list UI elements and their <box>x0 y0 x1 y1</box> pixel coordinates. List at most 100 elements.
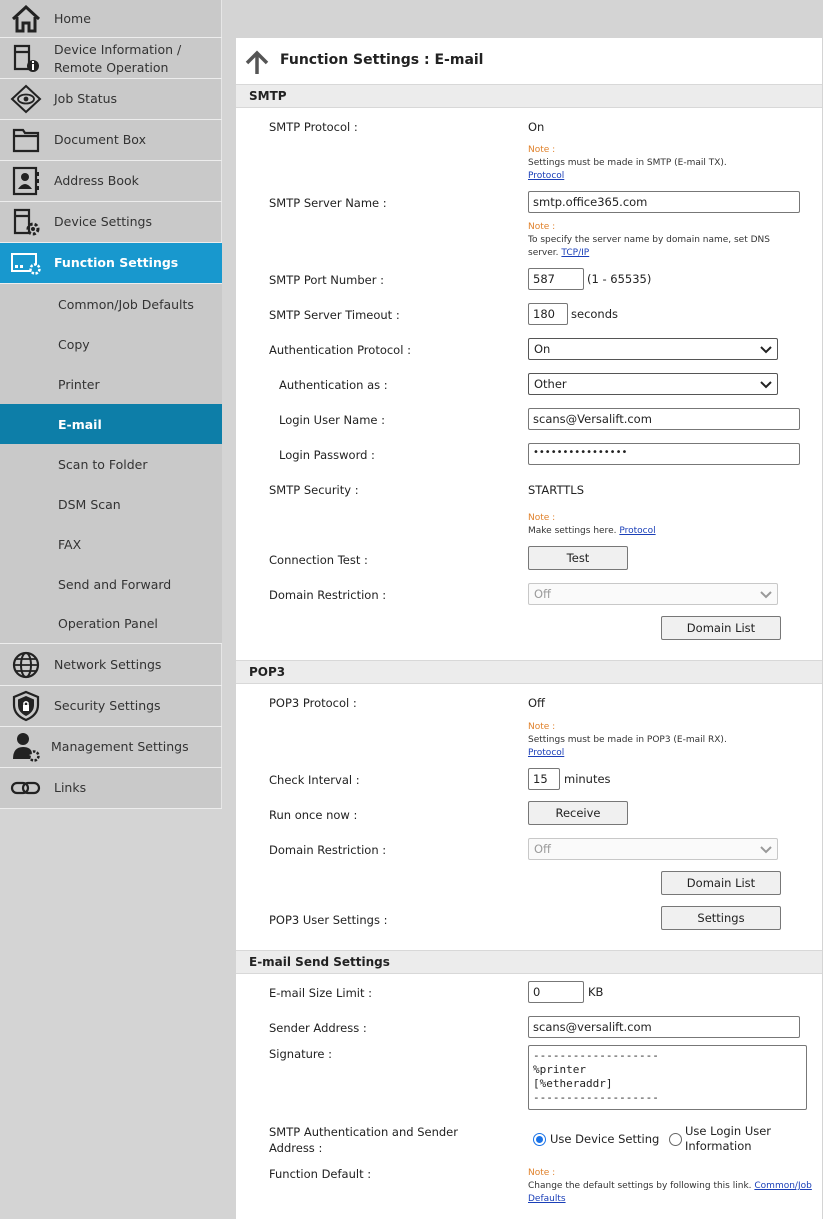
function-default-note: Note : Change the default settings by fo… <box>528 1167 818 1206</box>
chevron-down-icon <box>759 377 773 391</box>
label-line: Address : <box>269 1141 323 1155</box>
smtp-security-note: Note : Make settings here. Protocol <box>528 512 818 538</box>
device-settings-icon <box>10 206 42 238</box>
sidebar-subitem-scan-to-folder[interactable]: Scan to Folder <box>0 444 222 484</box>
smtp-domain-restriction-select[interactable]: Off <box>528 583 778 605</box>
sidebar-subitem-operation-panel[interactable]: Operation Panel <box>0 604 222 644</box>
test-button[interactable]: Test <box>528 546 628 570</box>
sidebar-item-device-information[interactable]: Device Information / Remote Operation <box>0 38 222 79</box>
section-header-pop3: POP3 <box>236 660 822 684</box>
sidebar-subitem-label: Printer <box>58 376 100 392</box>
smtp-timeout-input[interactable]: 180 <box>528 303 568 325</box>
pop3-user-settings-button[interactable]: Settings <box>661 906 781 930</box>
label-line: Use Login User <box>685 1124 772 1138</box>
login-password-label: Login Password : <box>279 448 375 462</box>
smtp-server-name-input[interactable]: smtp.office365.com <box>528 191 800 213</box>
address-book-icon <box>10 165 42 197</box>
sender-address-label: Sender Address : <box>269 1021 367 1035</box>
smtp-security-value: STARTTLS <box>528 483 585 497</box>
sidebar-subitem-email[interactable]: E-mail <box>0 404 222 444</box>
note-tag: Note : <box>528 1168 556 1178</box>
sidebar-subitem-label: FAX <box>58 536 82 552</box>
sidebar: Home Device Information / Remote Operati… <box>0 0 222 809</box>
login-password-input[interactable]: •••••••••••••••• <box>528 443 800 465</box>
sidebar-item-document-box[interactable]: Document Box <box>0 120 222 161</box>
sidebar-item-function-settings[interactable]: Function Settings <box>0 243 222 284</box>
protocol-link[interactable]: Protocol <box>528 748 564 758</box>
globe-icon <box>10 649 42 681</box>
note-tag: Note : <box>528 722 556 732</box>
note-text: server. <box>528 248 559 258</box>
sidebar-item-label: Document Box <box>54 132 146 147</box>
login-user-input[interactable]: scans@Versalift.com <box>528 408 800 430</box>
common-job-defaults-link-cont[interactable]: Defaults <box>528 1194 566 1204</box>
smtp-timeout-unit: seconds <box>571 307 619 321</box>
sidebar-subitem-fax[interactable]: FAX <box>0 524 222 564</box>
sidebar-subitem-label: Operation Panel <box>58 616 158 631</box>
sidebar-subitem-label: Copy <box>58 336 90 352</box>
pop3-domain-restriction-select[interactable]: Off <box>528 838 778 860</box>
sidebar-subitem-copy[interactable]: Copy <box>0 324 222 364</box>
use-login-user-label[interactable]: Use Login User Information <box>685 1124 771 1154</box>
sidebar-item-links[interactable]: Links <box>0 768 222 809</box>
pop3-domain-list-button[interactable]: Domain List <box>661 871 781 895</box>
use-login-user-radio[interactable] <box>669 1133 682 1146</box>
pop3-protocol-label: POP3 Protocol : <box>269 696 357 710</box>
sidebar-item-job-status[interactable]: Job Status <box>0 79 222 120</box>
chevron-down-icon <box>759 342 773 356</box>
sidebar-item-home[interactable]: Home <box>0 0 222 38</box>
auth-as-label: Authentication as : <box>279 378 388 392</box>
connection-test-label: Connection Test : <box>269 553 368 567</box>
sidebar-item-security-settings[interactable]: Security Settings <box>0 686 222 727</box>
sender-address-input[interactable]: scans@versalift.com <box>528 1016 800 1038</box>
signature-textarea[interactable]: ------------------- %printer [%etheraddr… <box>528 1045 807 1110</box>
use-device-setting-label[interactable]: Use Device Setting <box>550 1132 659 1147</box>
check-interval-label: Check Interval : <box>269 773 360 787</box>
smtp-port-input[interactable]: 587 <box>528 268 584 290</box>
use-device-setting-radio[interactable] <box>533 1133 546 1146</box>
smtp-domain-restriction-label: Domain Restriction : <box>269 588 387 602</box>
sidebar-subitem-common-job-defaults[interactable]: Common/Job Defaults <box>0 284 222 324</box>
run-once-label: Run once now : <box>269 808 358 822</box>
auth-as-select[interactable]: Other <box>528 373 778 395</box>
sidebar-item-label: Function Settings <box>54 255 179 270</box>
sidebar-item-management-settings[interactable]: Management Settings <box>0 727 222 768</box>
label-line: Information <box>685 1139 752 1153</box>
smtp-domain-list-button[interactable]: Domain List <box>661 616 781 640</box>
sidebar-item-label: Address Book <box>54 173 139 188</box>
protocol-link[interactable]: Protocol <box>528 171 564 181</box>
main-panel: Function Settings : E-mail SMTP SMTP Pro… <box>236 38 822 1219</box>
sidebar-item-label: Management Settings <box>51 739 189 754</box>
sidebar-item-label: Device Information / <box>54 42 182 57</box>
size-limit-input[interactable]: 0 <box>528 981 584 1003</box>
protocol-link[interactable]: Protocol <box>619 526 655 536</box>
page-title: Function Settings : E-mail <box>280 52 484 68</box>
receive-button[interactable]: Receive <box>528 801 628 825</box>
tcp-ip-link[interactable]: TCP/IP <box>561 248 589 258</box>
size-limit-unit: KB <box>588 985 604 999</box>
user-gear-icon <box>10 731 42 763</box>
sidebar-item-device-settings[interactable]: Device Settings <box>0 202 222 243</box>
note-text: Settings must be made in POP3 (E-mail RX… <box>528 735 727 745</box>
note-tag: Note : <box>528 222 556 232</box>
sidebar-item-network-settings[interactable]: Network Settings <box>0 645 222 686</box>
sidebar-item-label: Security Settings <box>54 698 161 713</box>
smtp-server-name-label: SMTP Server Name : <box>269 196 387 210</box>
function-settings-icon <box>10 247 42 279</box>
auth-protocol-select[interactable]: On <box>528 338 778 360</box>
label-line: SMTP Authentication and Sender <box>269 1125 458 1139</box>
sidebar-subitem-printer[interactable]: Printer <box>0 364 222 404</box>
check-interval-input[interactable]: 15 <box>528 768 560 790</box>
sidebar-item-label: Job Status <box>54 91 118 106</box>
sidebar-item-label: Network Settings <box>54 657 162 672</box>
arrow-up-icon[interactable] <box>244 50 270 76</box>
sidebar-subitem-dsm-scan[interactable]: DSM Scan <box>0 484 222 524</box>
auth-protocol-label: Authentication Protocol : <box>269 343 411 357</box>
select-value: Off <box>534 842 551 856</box>
common-job-defaults-link[interactable]: Common/Job <box>754 1181 811 1191</box>
sidebar-item-address-book[interactable]: Address Book <box>0 161 222 202</box>
section-header-smtp: SMTP <box>236 84 822 108</box>
note-text: To specify the server name by domain nam… <box>528 235 770 245</box>
sidebar-subitem-send-and-forward[interactable]: Send and Forward <box>0 564 222 604</box>
login-user-label: Login User Name : <box>279 413 386 427</box>
